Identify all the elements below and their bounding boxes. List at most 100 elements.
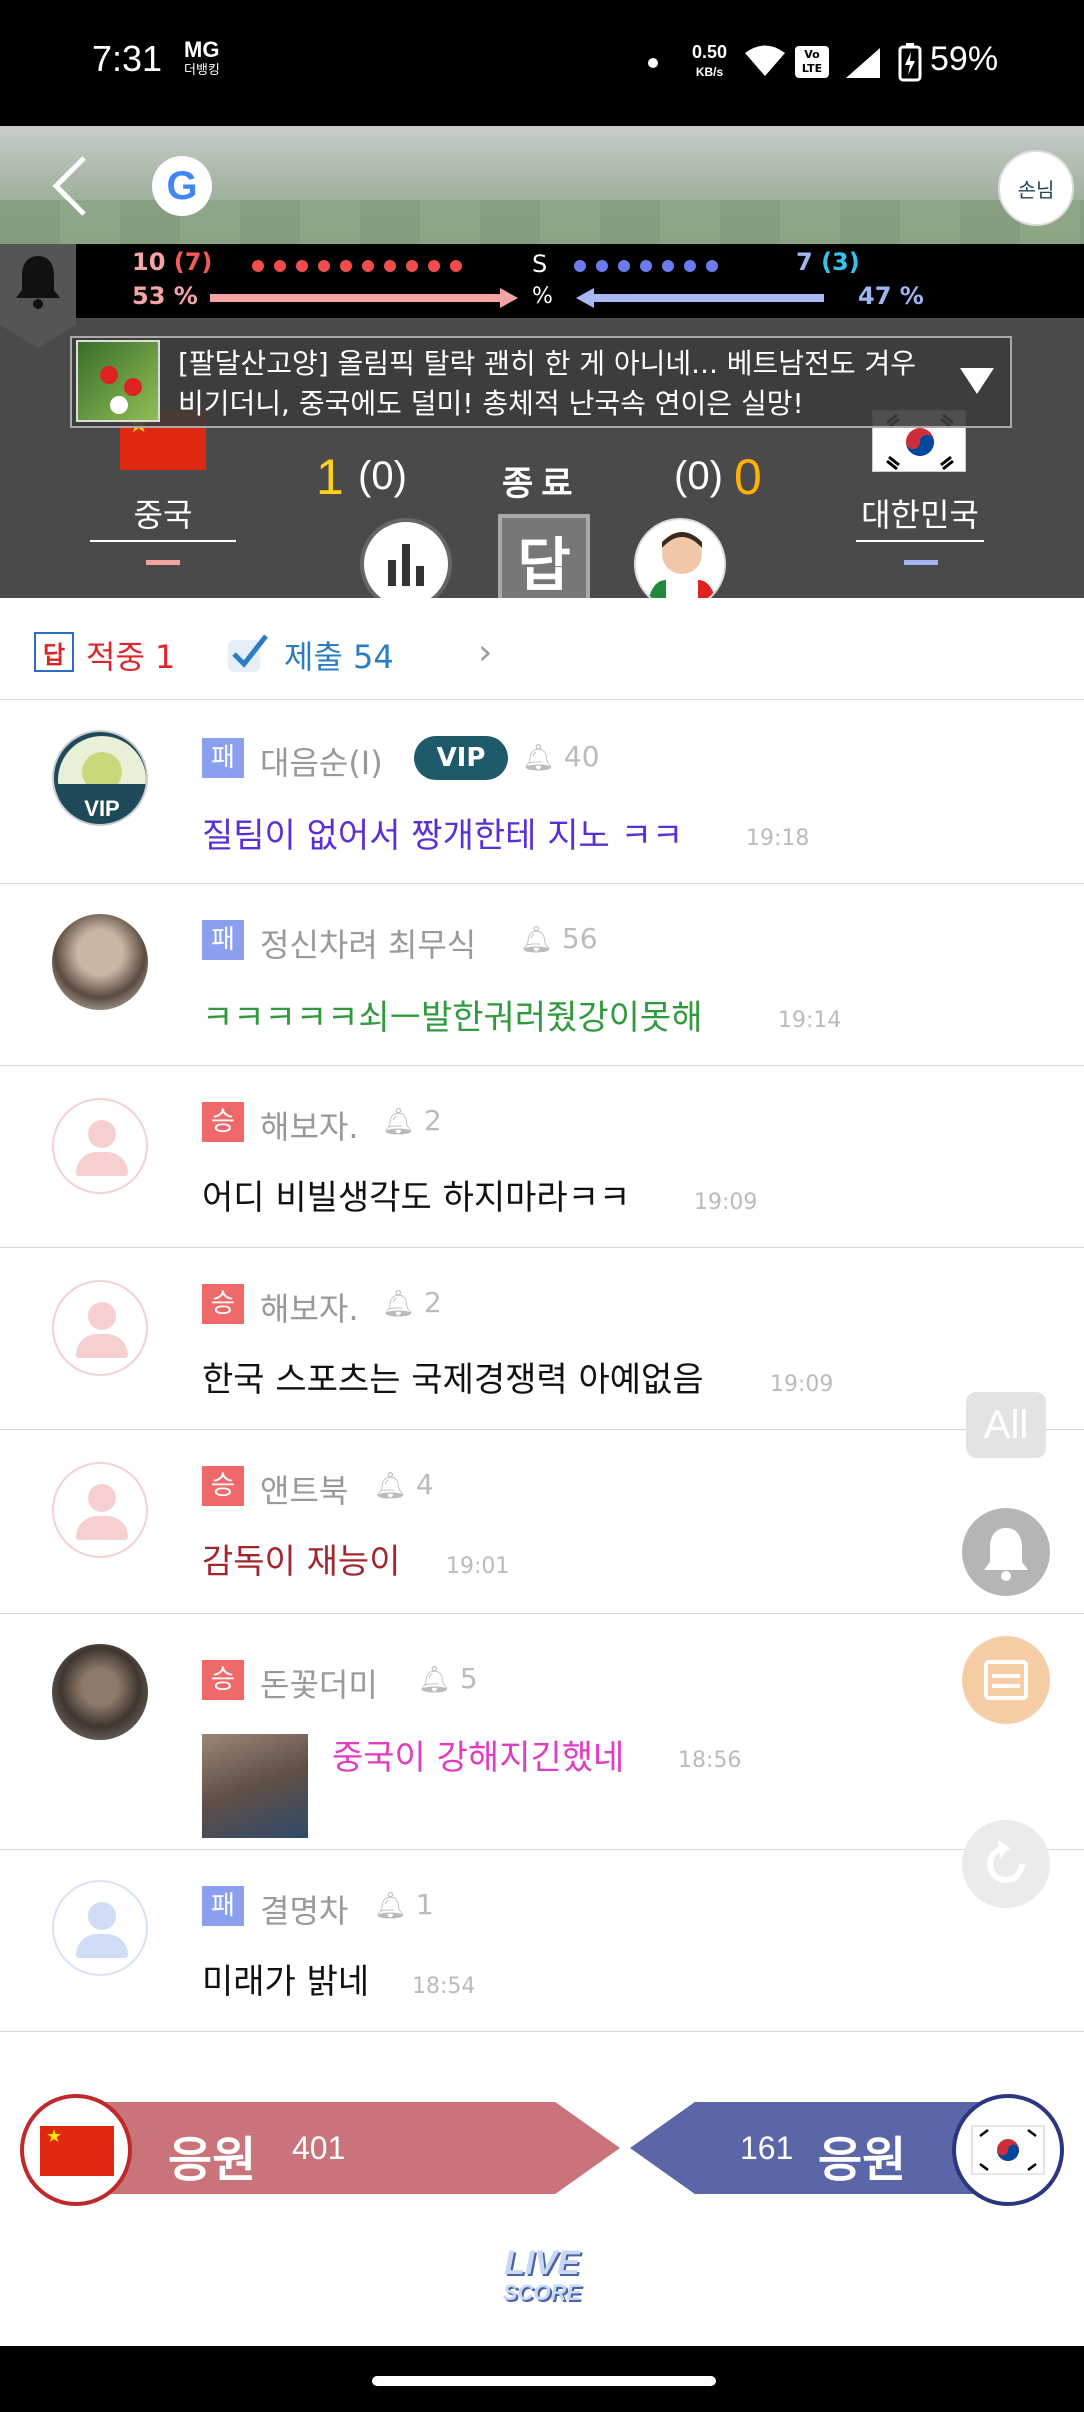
wifi-icon [745,45,785,76]
news-ticker[interactable]: [팔달산고양] 올림픽 탈락 괜히 한 게 아니네... 베트남전도 겨우 비기… [70,336,1012,428]
livescore-logo: LIVE SCORE [470,2246,614,2308]
comment-time: 19:09 [770,1372,834,1397]
default-avatar[interactable] [52,1462,148,1558]
hit-count-tab[interactable]: 적중 1 [86,632,175,678]
like-count[interactable]: 🔔︎ 56 [520,922,598,955]
korea-flag-icon[interactable] [952,2094,1064,2206]
like-count[interactable]: 🔔︎ 2 [382,1286,442,1319]
list-item[interactable]: 승 돈꽃더미 🔔︎ 5 중국이 강해지긴했네 18:56 [0,1614,1084,1850]
nickname[interactable]: 정신차려 최무식 [260,920,476,966]
away-score: 0 [734,449,762,505]
nickname[interactable]: 대음순(I) [260,738,383,784]
app-screen: 7:31 MG 더뱅킹 0.50 KB/s Vo LTE 59% G 손님 10… [0,0,1084,2412]
vip-avatar[interactable]: VIP [52,730,148,826]
board-button[interactable] [962,1636,1050,1724]
like-count[interactable]: 🔔︎ 2 [382,1104,442,1137]
comment-time: 19:18 [746,826,810,851]
battery-icon [898,43,922,82]
list-item[interactable]: 패 정신차려 최무식 🔔︎ 56 ㅋㅋㅋㅋㅋ쇠ㅡ발한궈러줬강이못해 19:14 [0,884,1084,1066]
list-item[interactable]: 승 해보자. 🔔︎ 2 한국 스포츠는 국제경쟁력 아예없음 19:09 [0,1248,1084,1430]
bell-outline-icon: 🔔︎ [374,1891,408,1921]
comment-message: 질팀이 없어서 짱개한테 지노 ㅋㅋ [202,816,684,856]
like-value: 5 [459,1662,478,1695]
chevron-right-icon[interactable]: › [478,632,492,673]
google-icon[interactable]: G [152,156,212,216]
home-team-name[interactable]: 중국 [90,490,236,542]
home-cheer-button[interactable] [80,2102,620,2194]
comment-time: 19:14 [778,1008,842,1033]
comment-time: 18:56 [678,1748,742,1773]
stats-button[interactable] [360,518,452,610]
away-team-name[interactable]: 대한민국 [856,490,984,542]
comment-time: 19:01 [446,1554,510,1579]
bell-icon [16,256,60,309]
away-team-underline [904,560,938,565]
like-count[interactable]: 🔔︎ 4 [374,1468,434,1501]
nickname[interactable]: 돈꽃더미 [260,1660,378,1706]
bell-outline-icon: 🔔︎ [520,925,554,955]
prediction-tabs: 답 적중 1 제출 54 › [0,598,1084,700]
cheer-bar: 응원 401 161 응원 [0,2094,1084,2208]
user-avatar[interactable] [52,914,148,1010]
expand-triangle-icon[interactable] [960,368,994,394]
user-avatar[interactable] [52,1644,148,1740]
comment-message: 어디 비빌생각도 하지마라ㅋㅋ [202,1178,631,1218]
volte-icon: Vo LTE [795,46,829,78]
list-item[interactable]: 패 결명차 🔔︎ 1 미래가 밝네 18:54 [0,1850,1084,2032]
bell-outline-icon: 🔔︎ [418,1665,452,1695]
notification-button[interactable] [962,1508,1050,1596]
status-bar: 7:31 MG 더뱅킹 0.50 KB/s Vo LTE 59% [0,0,1084,126]
default-avatar[interactable] [52,1880,148,1976]
filter-all-button[interactable]: All [966,1392,1046,1458]
comment-time: 19:09 [694,1190,758,1215]
home-team-underline [146,560,180,565]
nickname[interactable]: 결명차 [260,1886,348,1932]
like-value: 2 [423,1286,442,1319]
home-halftime-score: (0) [358,454,407,498]
like-value: 1 [415,1888,434,1921]
signal-icon [846,48,880,78]
nickname[interactable]: 해보자. [260,1102,359,1148]
refresh-icon [987,1840,1025,1883]
list-item[interactable]: 승 해보자. 🔔︎ 2 어디 비빌생각도 하지마라ㅋㅋ 19:09 [0,1066,1084,1248]
like-count[interactable]: 🔔︎ 5 [418,1662,478,1695]
news-headline: [팔달산고양] 올림픽 탈락 괜히 한 게 아니네... 베트남전도 겨우 비기… [178,347,916,420]
logo-bottom: SCORE [502,2280,582,2305]
notification-dot-icon [648,58,658,68]
home-possession-arrow [210,288,518,308]
bell-outline-icon: 🔔︎ [382,1289,416,1319]
submit-count-tab[interactable]: 제출 54 [284,632,394,678]
home-possession: 53 % [132,282,198,310]
list-icon [984,1660,1028,1700]
player-avatar-button[interactable] [634,518,726,610]
nickname[interactable]: 해보자. [260,1284,359,1330]
guest-button[interactable]: 손님 [998,150,1074,226]
home-score: 1 [316,449,344,505]
like-count[interactable]: 🔔︎ 1 [374,1888,434,1921]
away-cheer-label: 응원 [818,2132,907,2188]
home-gesture-bar[interactable] [372,2376,716,2386]
nickname[interactable]: 앤트북 [260,1466,348,1512]
possession-label: % [532,284,553,309]
network-speed: 0.50 KB/s [692,42,727,82]
default-avatar[interactable] [52,1280,148,1376]
away-shot-dots [574,260,718,272]
like-value: 2 [423,1104,442,1137]
back-arrow-icon[interactable] [44,154,100,218]
like-value: 40 [563,740,600,773]
alarm-tab[interactable] [0,244,76,348]
like-count[interactable]: 🔔︎ 40 [522,740,600,773]
comment-message: 감독이 재능이 [202,1542,401,1582]
china-flag-icon[interactable] [20,2094,132,2206]
answer-button[interactable]: 답 [498,514,590,606]
speed-unit: KB/s [695,65,724,79]
list-item[interactable]: VIP 패 대음순(I) VIP 🔔︎ 40 질팀이 없어서 짱개한테 지노 ㅋ… [0,700,1084,884]
footer: LIVE SCORE [0,2216,1084,2346]
bell-icon [984,1528,1028,1581]
away-cheer-button[interactable] [630,2102,990,2194]
refresh-button[interactable] [962,1820,1050,1908]
result-badge: 패 [202,920,244,960]
list-item[interactable]: 승 앤트북 🔔︎ 4 감독이 재능이 19:01 [0,1430,1084,1614]
comment-image[interactable] [202,1734,308,1838]
default-avatar[interactable] [52,1098,148,1194]
